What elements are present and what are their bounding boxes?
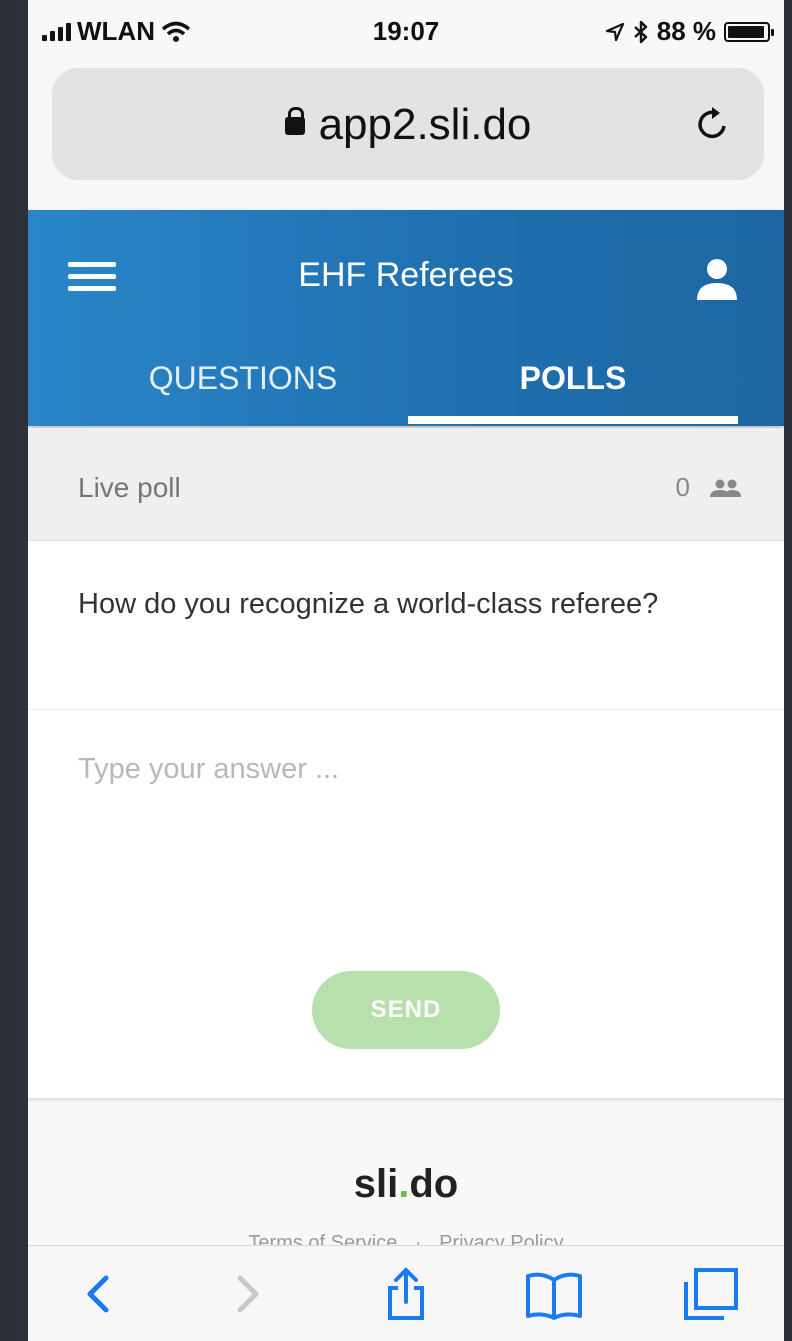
reload-icon[interactable] <box>690 102 734 146</box>
location-icon <box>605 22 624 41</box>
app-header: EHF Referees QUESTIONS POLLS <box>28 210 784 426</box>
url-text: app2.sli.do <box>318 100 532 149</box>
back-icon[interactable] <box>68 1266 128 1322</box>
battery-icon <box>724 21 774 42</box>
live-poll-label: Live poll <box>78 472 181 503</box>
user-icon[interactable] <box>694 256 740 302</box>
logo-text-main: sli <box>353 1162 399 1206</box>
participant-count-value: 0 <box>675 472 690 502</box>
poll-question: How do you recognize a world-class refer… <box>78 588 659 620</box>
divider <box>28 709 784 710</box>
tab-questions[interactable]: QUESTIONS <box>78 360 408 397</box>
send-button[interactable]: SEND <box>312 971 500 1049</box>
status-bar: WLAN 19:07 88 % <box>28 0 784 62</box>
share-icon[interactable] <box>376 1266 436 1322</box>
event-title: EHF Referees <box>298 256 514 294</box>
answer-input[interactable] <box>78 753 728 953</box>
phone-screen: WLAN 19:07 88 % app2.sli.do EHF Referees… <box>28 0 784 1341</box>
poll-card: How do you recognize a world-class refer… <box>28 541 784 1098</box>
status-right: 88 % <box>605 16 774 47</box>
battery-percent: 88 % <box>656 16 716 46</box>
bookmarks-icon[interactable] <box>524 1266 584 1322</box>
bluetooth-icon <box>633 20 647 43</box>
tabs-icon[interactable] <box>680 1266 740 1322</box>
lock-icon <box>284 107 305 135</box>
poll-status-bar: Live poll 0 <box>28 428 784 541</box>
forward-icon[interactable] <box>218 1266 278 1322</box>
url-bar[interactable]: app2.sli.do <box>52 68 764 180</box>
slido-logo[interactable]: sli.do <box>28 1162 784 1207</box>
logo-dot: . <box>398 1162 410 1206</box>
logo-text-end: do <box>409 1162 459 1206</box>
active-tab-indicator <box>408 416 738 424</box>
people-icon <box>710 479 741 497</box>
url-display[interactable]: app2.sli.do <box>52 100 764 150</box>
tab-polls[interactable]: POLLS <box>408 360 738 397</box>
browser-toolbar <box>28 1245 784 1341</box>
participant-count: 0 <box>676 472 742 503</box>
